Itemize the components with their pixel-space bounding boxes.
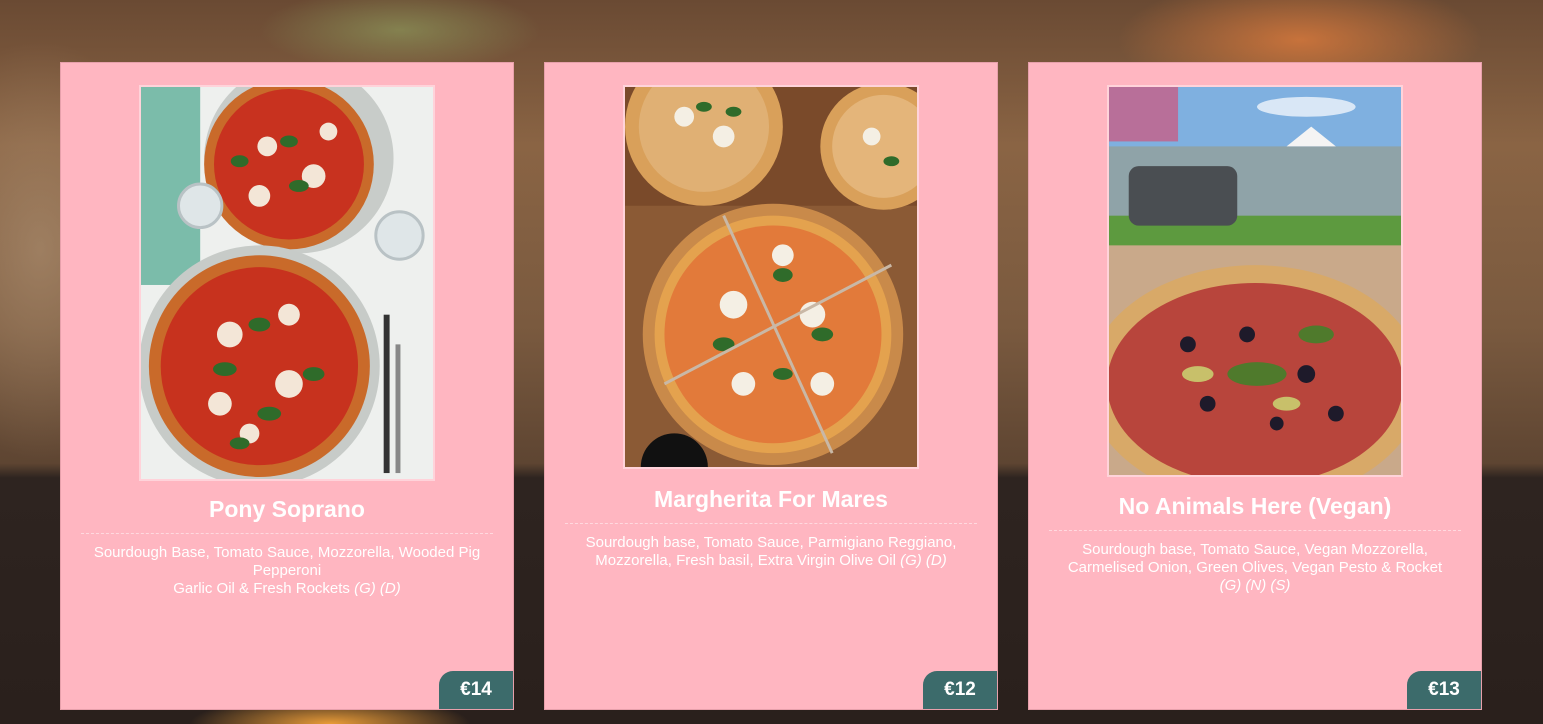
pizza-description: Sourdough base, Tomato Sauce, Parmigiano…: [563, 534, 979, 570]
divider: [1049, 530, 1461, 531]
allergen-tags: (G) (D): [900, 552, 947, 569]
pizza-name: Margherita For Mares: [654, 486, 888, 512]
pizza-photo: [139, 85, 435, 481]
price-badge: €13: [1407, 671, 1481, 709]
description-text: Sourdough Base, Tomato Sauce, Mozzorella…: [93, 544, 481, 579]
pizza-photo-icon: [141, 87, 433, 479]
price-badge: €14: [439, 671, 513, 709]
menu-card-pony-soprano: Pony Soprano Sourdough Base, Tomato Sauc…: [60, 62, 514, 710]
description-text: Sourdough base, Tomato Sauce, Vegan Mozz…: [1067, 541, 1443, 576]
pizza-photo-icon: [625, 87, 917, 467]
pizza-photo-icon: [1109, 87, 1401, 475]
allergen-tags: (G) (N) (S): [1219, 577, 1291, 594]
description-text-line2: Garlic Oil & Fresh Rockets: [173, 580, 350, 597]
allergen-tags: (G) (D): [354, 580, 401, 597]
pizza-name: Pony Soprano: [209, 496, 365, 522]
pizza-description: Sourdough Base, Tomato Sauce, Mozzorella…: [79, 544, 495, 598]
pizza-description: Sourdough base, Tomato Sauce, Vegan Mozz…: [1047, 541, 1463, 595]
menu-card-no-animals-here: No Animals Here (Vegan) Sourdough base, …: [1028, 62, 1482, 710]
pizza-photo: [1107, 85, 1403, 477]
pizza-name: No Animals Here (Vegan): [1118, 493, 1392, 519]
menu-card-margherita-for-mares: Margherita For Mares Sourdough base, Tom…: [544, 62, 998, 710]
pizza-photo: [623, 85, 919, 469]
divider: [81, 533, 493, 534]
price-badge: €12: [923, 671, 997, 709]
divider: [565, 523, 977, 524]
